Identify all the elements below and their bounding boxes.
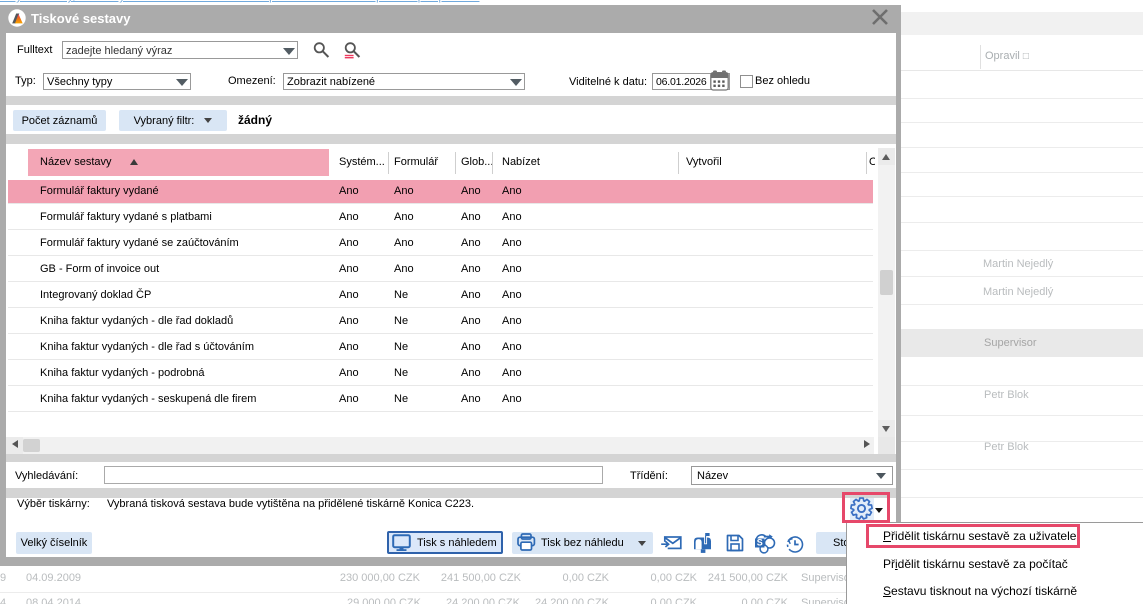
svg-text:S: S — [757, 538, 763, 548]
